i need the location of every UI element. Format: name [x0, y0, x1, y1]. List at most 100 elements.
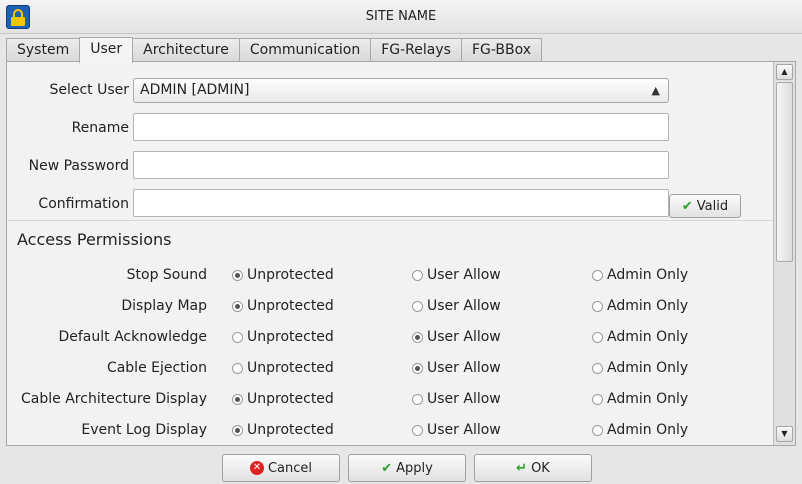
- radio-dot-icon: [592, 331, 603, 343]
- rename-input[interactable]: [133, 113, 669, 141]
- radio-unprotected[interactable]: Unprotected: [232, 329, 334, 345]
- tab-user[interactable]: User: [79, 37, 134, 63]
- permission-row-display-map: Display Map Unprotected User Allow Admin…: [7, 295, 773, 319]
- radio-user-allow[interactable]: User Allow: [412, 329, 501, 345]
- radio-label: User Allow: [427, 422, 501, 438]
- radio-dot-icon: [232, 393, 243, 405]
- radio-dot-icon: [592, 362, 603, 374]
- new-password-input[interactable]: [133, 151, 669, 179]
- valid-button[interactable]: ✔ Valid: [669, 194, 741, 218]
- radio-user-allow[interactable]: User Allow: [412, 391, 501, 407]
- radio-dot-icon: [232, 300, 243, 312]
- radio-dot-icon: [412, 393, 423, 405]
- new-password-label: New Password: [28, 158, 129, 174]
- radio-label: Unprotected: [247, 422, 334, 438]
- radio-dot-icon: [592, 393, 603, 405]
- permission-label: Cable Ejection: [106, 360, 207, 376]
- radio-dot-icon: [232, 362, 243, 374]
- radio-dot-icon: [412, 300, 423, 312]
- tab-fg-bbox[interactable]: FG-BBox: [460, 38, 543, 62]
- radio-label: Unprotected: [247, 360, 334, 376]
- ok-button-label: OK: [531, 460, 550, 476]
- permission-row-stop-sound: Stop Sound Unprotected User Allow Admin …: [7, 264, 773, 288]
- radio-label: Unprotected: [247, 298, 334, 314]
- tab-communication[interactable]: Communication: [238, 38, 372, 62]
- radio-dot-icon: [412, 269, 423, 281]
- window-title: SITE NAME: [365, 9, 437, 24]
- rename-label: Rename: [71, 120, 129, 136]
- radio-label: Admin Only: [607, 391, 689, 407]
- tab-bar: System User Architecture Communication F…: [6, 37, 543, 63]
- confirmation-label: Confirmation: [38, 196, 129, 212]
- radio-dot-icon: [592, 269, 603, 281]
- radio-dot-icon: [412, 331, 423, 343]
- enter-arrow-icon: ↵: [516, 460, 528, 476]
- radio-label: Admin Only: [607, 298, 689, 314]
- apply-button[interactable]: ✔ Apply: [348, 454, 466, 482]
- permission-row-event-log-display: Event Log Display Unprotected User Allow…: [7, 419, 773, 443]
- radio-unprotected[interactable]: Unprotected: [232, 298, 334, 314]
- radio-user-allow[interactable]: User Allow: [412, 298, 501, 314]
- radio-dot-icon: [232, 331, 243, 343]
- radio-label: User Allow: [427, 360, 501, 376]
- scroll-up-icon[interactable]: ▲: [776, 64, 793, 80]
- vertical-scrollbar[interactable]: ▲ ▼: [773, 62, 795, 445]
- radio-label: User Allow: [427, 329, 501, 345]
- radio-label: User Allow: [427, 298, 501, 314]
- radio-admin-only[interactable]: Admin Only: [592, 267, 688, 283]
- permission-label: Cable Architecture Display: [21, 391, 207, 407]
- user-tab-panel: Select User ADMIN [ADMIN] ▲︎ Rename New …: [6, 61, 796, 446]
- radio-admin-only[interactable]: Admin Only: [592, 422, 688, 438]
- radio-admin-only[interactable]: Admin Only: [592, 329, 688, 345]
- radio-label: Admin Only: [607, 360, 689, 376]
- radio-user-allow[interactable]: User Allow: [412, 422, 501, 438]
- section-divider: [7, 220, 773, 221]
- ok-button[interactable]: ↵ OK: [474, 454, 592, 482]
- tab-fg-relays[interactable]: FG-Relays: [370, 38, 462, 62]
- radio-label: Admin Only: [607, 422, 689, 438]
- radio-label: User Allow: [427, 267, 501, 283]
- radio-dot-icon: [232, 269, 243, 281]
- permission-label: Display Map: [121, 298, 207, 314]
- radio-label: Unprotected: [247, 329, 334, 345]
- radio-label: Unprotected: [247, 267, 334, 283]
- tab-architecture[interactable]: Architecture: [132, 38, 240, 62]
- radio-label: Unprotected: [247, 391, 334, 407]
- permission-row-default-acknowledge: Default Acknowledge Unprotected User All…: [7, 326, 773, 350]
- check-icon: ✔: [381, 460, 393, 476]
- select-user-value: ADMIN [ADMIN]: [140, 82, 250, 98]
- radio-label: Admin Only: [607, 329, 689, 345]
- updown-arrow-icon: ▲︎: [651, 84, 660, 97]
- radio-admin-only[interactable]: Admin Only: [592, 391, 688, 407]
- radio-unprotected[interactable]: Unprotected: [232, 360, 334, 376]
- radio-unprotected[interactable]: Unprotected: [232, 391, 334, 407]
- radio-dot-icon: [232, 424, 243, 436]
- radio-admin-only[interactable]: Admin Only: [592, 298, 688, 314]
- cancel-button-label: Cancel: [267, 460, 313, 476]
- dialog-footer: ✕ Cancel ✔ Apply ↵ OK: [0, 446, 802, 484]
- select-user-label: Select User: [49, 82, 129, 98]
- select-user-dropdown[interactable]: ADMIN [ADMIN] ▲︎: [133, 78, 669, 103]
- permission-label: Event Log Display: [81, 422, 207, 438]
- radio-dot-icon: [592, 300, 603, 312]
- confirmation-input[interactable]: [133, 189, 669, 217]
- radio-admin-only[interactable]: Admin Only: [592, 360, 688, 376]
- radio-dot-icon: [412, 362, 423, 374]
- radio-user-allow[interactable]: User Allow: [412, 360, 501, 376]
- apply-button-label: Apply: [396, 460, 433, 476]
- radio-unprotected[interactable]: Unprotected: [232, 422, 334, 438]
- permission-row-cable-architecture-display: Cable Architecture Display Unprotected U…: [7, 388, 773, 412]
- access-permissions-title: Access Permissions: [17, 230, 172, 249]
- radio-user-allow[interactable]: User Allow: [412, 267, 501, 283]
- permission-label: Stop Sound: [126, 267, 207, 283]
- radio-dot-icon: [592, 424, 603, 436]
- tab-system[interactable]: System: [6, 38, 81, 62]
- cancel-x-icon: ✕: [249, 461, 264, 475]
- scroll-down-icon[interactable]: ▼: [776, 426, 793, 442]
- radio-label: Admin Only: [607, 267, 689, 283]
- cancel-button[interactable]: ✕ Cancel: [222, 454, 340, 482]
- check-icon: ✔: [681, 198, 693, 214]
- radio-dot-icon: [412, 424, 423, 436]
- radio-unprotected[interactable]: Unprotected: [232, 267, 334, 283]
- scrollbar-thumb[interactable]: [776, 82, 793, 262]
